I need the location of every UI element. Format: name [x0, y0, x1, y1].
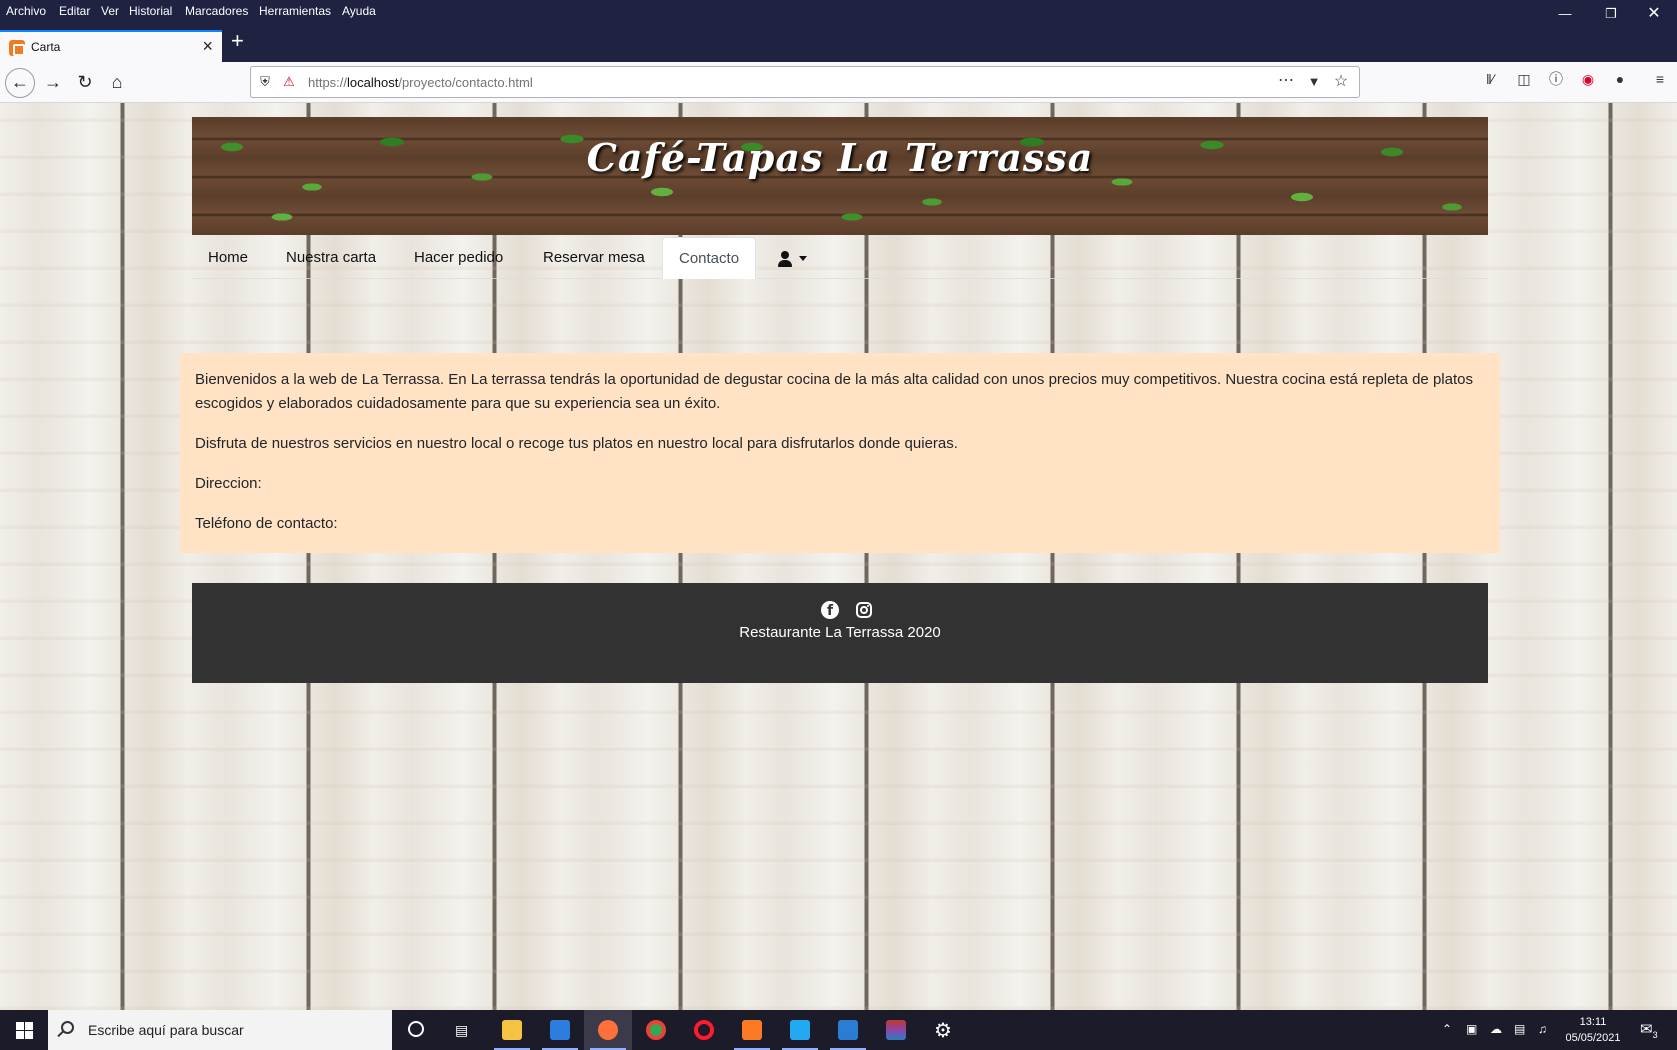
xampp-icon[interactable]	[728, 1010, 776, 1050]
settings-gear-icon[interactable]: ⚙	[920, 1010, 968, 1050]
extension-icon[interactable]: ●	[1611, 70, 1629, 88]
instagram-icon[interactable]	[856, 602, 872, 618]
pocket-icon[interactable]: ▼	[1306, 74, 1322, 90]
shield-icon[interactable]: ⛨	[257, 74, 273, 90]
services-paragraph: Disfruta de nuestros servicios en nuestr…	[195, 435, 958, 452]
nav-home[interactable]: Home	[192, 237, 264, 279]
menu-bar: Archivo Editar Ver Historial Marcadores …	[0, 0, 1677, 26]
page-viewport: Café-Tapas La Terrassa Home Nuestra cart…	[0, 103, 1677, 1010]
sidebar-icon[interactable]: ◫	[1515, 70, 1533, 88]
menu-ver[interactable]: Ver	[101, 4, 119, 18]
taskbar-search[interactable]: Escribe aquí para buscar	[48, 1010, 392, 1050]
firefox-icon[interactable]	[584, 1010, 632, 1050]
chrome-icon[interactable]	[632, 1010, 680, 1050]
clock-date: 05/05/2021	[1565, 1032, 1621, 1044]
hamburger-menu-icon[interactable]: ≡	[1651, 70, 1669, 88]
forward-button[interactable]: →	[38, 68, 68, 98]
ublock-icon[interactable]: ◉	[1579, 70, 1597, 88]
welcome-paragraph: Bienvenidos a la web de La Terrassa. En …	[195, 371, 1473, 412]
bookmark-star-icon[interactable]: ☆	[1333, 74, 1349, 90]
tray-network-icon[interactable]: ▤	[1514, 1022, 1525, 1036]
tab-carta[interactable]: Carta ×	[0, 30, 222, 62]
menu-historial[interactable]: Historial	[129, 4, 172, 18]
site-footer: f Restaurante La Terrassa 2020	[192, 583, 1488, 683]
menu-ayuda[interactable]: Ayuda	[342, 4, 376, 18]
start-button[interactable]	[0, 1010, 48, 1050]
cortana-button[interactable]	[392, 1010, 440, 1050]
phone-label: Teléfono de contacto:	[195, 515, 338, 532]
info-icon[interactable]: ⓘ	[1547, 70, 1565, 88]
menu-editar[interactable]: Editar	[59, 4, 90, 18]
restore-button[interactable]: ❐	[1588, 0, 1634, 26]
taskbar: Escribe aquí para buscar ▤ ⚙ ⌃ ▣ ☁ ▤ ♫ 1…	[0, 1010, 1677, 1050]
search-icon	[61, 1021, 74, 1034]
url-text[interactable]: https://localhost/proyecto/contacto.html	[308, 75, 533, 90]
back-button[interactable]: ←	[5, 68, 35, 98]
tray-cloud-icon[interactable]: ☁	[1490, 1022, 1502, 1036]
facebook-icon[interactable]: f	[821, 601, 839, 619]
library-icon[interactable]: ‖∕	[1481, 70, 1499, 88]
nav-nuestra-carta[interactable]: Nuestra carta	[270, 237, 392, 279]
reload-button[interactable]: ↻	[70, 68, 100, 98]
menu-herramientas[interactable]: Herramientas	[259, 4, 331, 18]
close-tab-icon[interactable]: ×	[202, 36, 213, 57]
task-view-button[interactable]: ▤	[440, 1010, 488, 1050]
clock[interactable]: 13:11 05/05/2021	[1560, 1014, 1626, 1046]
clock-time: 13:11	[1579, 1016, 1607, 1028]
nav-toolbar: ← → ↻ ⌂ ⛨ ⚠ https://localhost/proyecto/c…	[0, 62, 1677, 103]
tray-chevron-icon[interactable]: ⌃	[1442, 1022, 1452, 1036]
dropdown-caret-icon[interactable]	[799, 256, 807, 261]
home-button[interactable]: ⌂	[102, 68, 132, 98]
vscode-icon[interactable]	[776, 1010, 824, 1050]
footer-copyright: Restaurante La Terrassa 2020	[739, 624, 941, 641]
winrar-icon[interactable]	[872, 1010, 920, 1050]
nav-hacer-pedido[interactable]: Hacer pedido	[398, 237, 519, 279]
opera-icon[interactable]	[680, 1010, 728, 1050]
site-banner: Café-Tapas La Terrassa	[192, 117, 1488, 235]
tray-volume-icon[interactable]: ♫	[1538, 1022, 1547, 1036]
nav-contacto[interactable]: Contacto	[662, 237, 757, 279]
tab-strip: Carta ×	[0, 26, 1677, 62]
notification-icon[interactable]: ✉3	[1640, 1020, 1658, 1040]
page-actions-icon[interactable]: ⋯	[1278, 73, 1294, 89]
xampp-favicon-icon	[9, 40, 25, 56]
mail-icon[interactable]	[536, 1010, 584, 1050]
word-icon[interactable]	[824, 1010, 872, 1050]
contact-content: Bienvenidos a la web de La Terrassa. En …	[180, 353, 1500, 553]
close-window-button[interactable]: ✕	[1631, 0, 1677, 26]
site-title: Café-Tapas La Terrassa	[586, 135, 1094, 180]
insecure-lock-icon[interactable]: ⚠	[281, 74, 297, 90]
site-nav: Home Nuestra carta Hacer pedido Reservar…	[192, 237, 1488, 279]
url-bar[interactable]: ⛨ ⚠ https://localhost/proyecto/contacto.…	[250, 66, 1360, 98]
tab-title: Carta	[31, 40, 61, 54]
minimize-button[interactable]: —	[1542, 0, 1588, 26]
tray-device-icon[interactable]: ▣	[1466, 1022, 1477, 1036]
address-label: Direccion:	[195, 475, 262, 492]
search-placeholder: Escribe aquí para buscar	[88, 1022, 244, 1038]
menu-archivo[interactable]: Archivo	[6, 4, 46, 18]
social-icons: f	[192, 601, 1488, 621]
file-explorer-icon[interactable]	[488, 1010, 536, 1050]
menu-marcadores[interactable]: Marcadores	[185, 4, 248, 18]
new-tab-button[interactable]: +	[231, 30, 244, 52]
nav-reservar-mesa[interactable]: Reservar mesa	[527, 237, 661, 279]
user-icon[interactable]	[777, 251, 793, 267]
